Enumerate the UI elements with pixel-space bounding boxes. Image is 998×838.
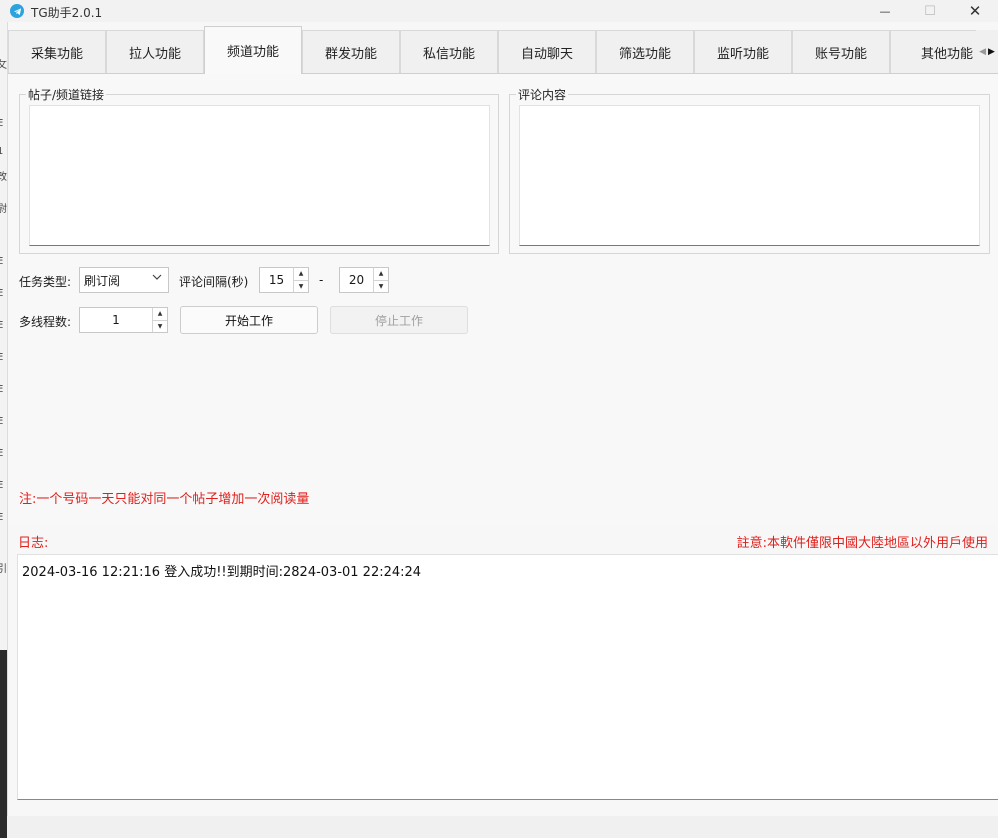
thread-count-stepper[interactable]: 1 ▲ ▼: [79, 307, 168, 333]
log-line: 2024-03-16 12:21:16 登入成功!!到期时间:2824-03-0…: [22, 565, 422, 580]
region-notice: 註意:本軟件僅限中國大陸地區以外用戶使用: [736, 536, 988, 551]
task-type-value: 刷订阅: [84, 273, 121, 288]
tab-pull-members[interactable]: 拉人功能: [106, 30, 204, 73]
comment-content-label: 评论内容: [518, 88, 567, 102]
interval-separator: -: [319, 273, 324, 287]
interval-max-value: 20: [348, 273, 365, 287]
stepper-up-icon[interactable]: ▲: [374, 268, 388, 281]
start-work-button[interactable]: 开始工作: [180, 306, 318, 334]
comment-interval-label: 评论间隔(秒): [179, 275, 249, 289]
task-type-label: 任务类型:: [19, 275, 72, 289]
tab-filter[interactable]: 筛选功能: [596, 30, 694, 73]
thread-count-value: 1: [112, 313, 120, 327]
tab-scroll-buttons: ◀ ▶: [976, 30, 998, 73]
stepper-down-icon[interactable]: ▼: [374, 281, 388, 293]
log-output[interactable]: 2024-03-16 12:21:16 登入成功!!到期时间:2824-03-0…: [17, 554, 998, 800]
close-icon: ✕: [968, 2, 982, 20]
tab-auto-chat[interactable]: 自动聊天: [498, 30, 596, 73]
read-count-note: 注:一个号码一天只能对同一个帖子增加一次阅读量: [19, 492, 310, 507]
tab-collect[interactable]: 采集功能: [8, 30, 106, 73]
task-type-select[interactable]: 刷订阅: [79, 267, 169, 293]
stop-work-button[interactable]: 停止工作: [330, 306, 468, 334]
minimize-button[interactable]: —: [862, 0, 908, 22]
window-title: TG助手2.0.1: [31, 6, 103, 20]
maximize-button[interactable]: ☐: [907, 0, 953, 22]
channel-panel: 帖子/频道链接 评论内容 任务类型: 刷订阅 评论间隔(秒) 15 ▲ ▼ - …: [8, 73, 998, 524]
tab-account[interactable]: 账号功能: [792, 30, 890, 73]
tab-other[interactable]: 其他功能: [890, 30, 980, 73]
minimize-icon: —: [879, 4, 891, 18]
background-window-strip: 攵 E 1 改 尉 E E E E E E E E E 引: [0, 22, 8, 838]
post-links-label: 帖子/频道链接: [28, 88, 105, 102]
stepper-up-icon[interactable]: ▲: [153, 308, 167, 321]
tab-group-send[interactable]: 群发功能: [302, 30, 400, 73]
tab-monitor[interactable]: 监听功能: [694, 30, 792, 73]
thread-count-label: 多线程数:: [19, 315, 72, 329]
interval-max-stepper[interactable]: 20 ▲ ▼: [339, 267, 389, 293]
main-content: 采集功能 拉人功能 频道功能 群发功能 私信功能 自动聊天 筛选功能 监听功能 …: [8, 22, 998, 816]
tab-private-message[interactable]: 私信功能: [400, 30, 498, 73]
tab-bar: 采集功能 拉人功能 频道功能 群发功能 私信功能 自动聊天 筛选功能 监听功能 …: [8, 26, 998, 74]
maximize-icon: ☐: [924, 3, 936, 19]
tab-channel[interactable]: 频道功能: [204, 26, 302, 74]
log-label: 日志:: [18, 536, 49, 551]
title-bar: TG助手2.0.1 — ☐ ✕: [0, 0, 998, 22]
tab-scroll-right-icon[interactable]: ▶: [988, 47, 995, 57]
tab-scroll-left-icon[interactable]: ◀: [979, 47, 986, 57]
stepper-down-icon[interactable]: ▼: [294, 281, 308, 293]
interval-min-stepper[interactable]: 15 ▲ ▼: [259, 267, 309, 293]
interval-min-value: 15: [268, 273, 285, 287]
close-button[interactable]: ✕: [952, 0, 998, 22]
comment-content-input[interactable]: [519, 105, 980, 246]
chevron-down-icon: [152, 272, 162, 285]
telegram-app-icon: [10, 4, 24, 18]
stepper-up-icon[interactable]: ▲: [294, 268, 308, 281]
post-links-input[interactable]: [29, 105, 490, 246]
stepper-down-icon[interactable]: ▼: [153, 321, 167, 333]
